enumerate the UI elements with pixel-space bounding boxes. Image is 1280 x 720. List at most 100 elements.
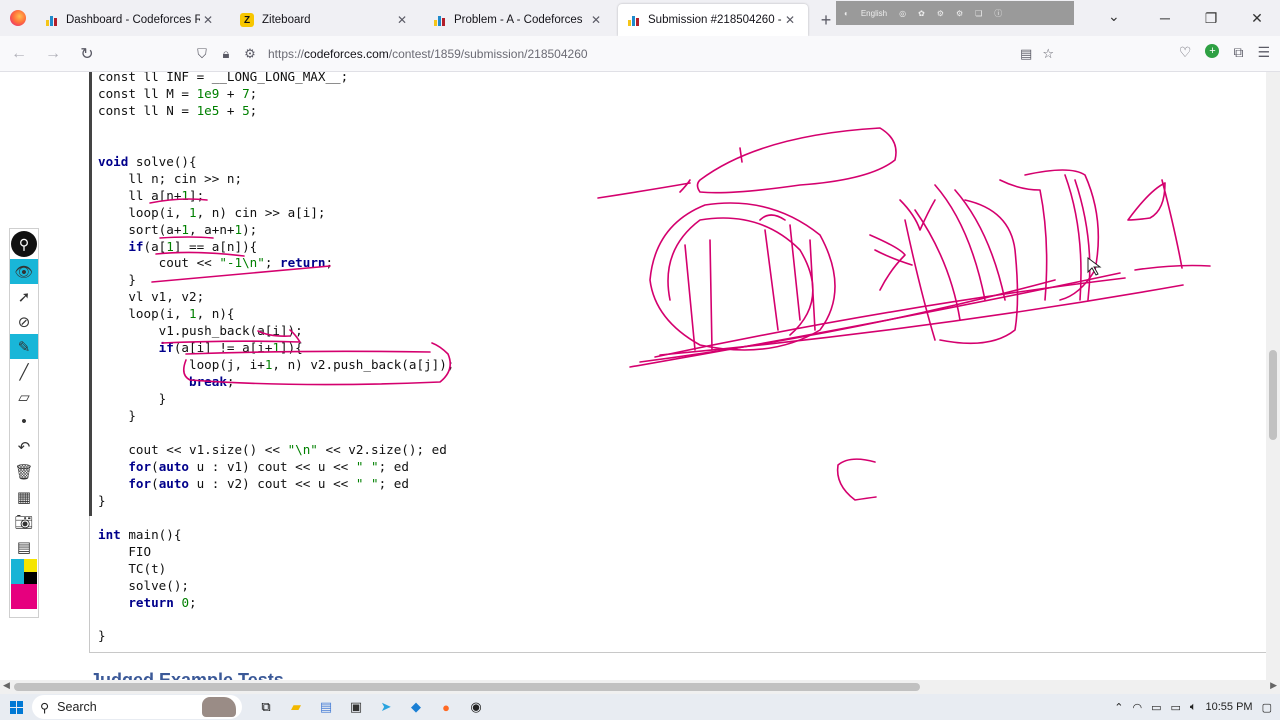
- windows-icon: [9, 700, 23, 714]
- codeforces-icon: [46, 14, 58, 26]
- telegram-icon[interactable]: ➤: [376, 697, 396, 717]
- color-swatch[interactable]: [11, 571, 24, 584]
- eye-icon[interactable]: 👁︎: [10, 259, 38, 284]
- tab-title: Dashboard - Codeforces Round: [66, 14, 200, 26]
- vertical-scrollbar[interactable]: [1266, 72, 1280, 680]
- list-tabs-icon[interactable]: ⌄: [1108, 8, 1120, 25]
- obs-icon[interactable]: ◉: [466, 697, 486, 717]
- search-highlight-image: [202, 697, 236, 717]
- restore-icon[interactable]: ❐: [1188, 0, 1234, 36]
- codeforces-icon: [434, 14, 446, 26]
- section-heading: Judged Example Tests: [90, 670, 284, 680]
- scrollbar-thumb[interactable]: [14, 683, 920, 691]
- shield-icon[interactable]: ⛉: [190, 46, 214, 62]
- overlay-icon[interactable]: ◐: [844, 9, 849, 18]
- pen-icon[interactable]: ╱: [10, 359, 38, 384]
- color-palette[interactable]: [11, 559, 37, 609]
- trash-icon[interactable]: 🗑︎: [10, 459, 38, 484]
- chevron-up-icon[interactable]: ⌃: [1114, 701, 1123, 714]
- scrollbar-thumb[interactable]: [1269, 350, 1277, 440]
- window-controls: ─ ❐ ✕: [1142, 0, 1280, 36]
- lock-icon[interactable]: 🔒︎: [214, 46, 238, 62]
- task-view-icon[interactable]: ⧉: [256, 697, 276, 717]
- back-icon[interactable]: ←: [4, 39, 34, 69]
- notification-icon[interactable]: ▢: [1262, 701, 1272, 714]
- tab-dashboard[interactable]: Dashboard - Codeforces Round ✕: [36, 4, 226, 36]
- horizontal-scrollbar[interactable]: ◀ ▶: [0, 680, 1280, 694]
- screen-overlay-toolbar[interactable]: ◐ English ◎ ✿ ⚙ ⚙ ❏ ⓘ: [836, 1, 1074, 25]
- toolbar-right: ♡ + ⧉ ☰: [1179, 44, 1270, 61]
- search-icon: ⚲: [40, 700, 50, 715]
- codeforces-icon: [628, 14, 640, 26]
- file-explorer-icon[interactable]: ▰: [286, 697, 306, 717]
- permissions-icon[interactable]: ⚙: [238, 46, 262, 62]
- close-icon[interactable]: ✕: [782, 13, 798, 27]
- scroll-left-icon[interactable]: ◀: [3, 680, 10, 691]
- firefox-menu[interactable]: [0, 0, 36, 36]
- color-swatch[interactable]: [24, 571, 37, 584]
- url-bar[interactable]: ⛉ 🔒︎ ⚙ https://codeforces.com/contest/18…: [190, 40, 1062, 68]
- wifi-icon[interactable]: ◠: [1132, 701, 1142, 714]
- undo-icon[interactable]: ↶: [10, 434, 38, 459]
- color-swatch[interactable]: [11, 559, 24, 572]
- camera-icon[interactable]: 📷︎: [10, 509, 38, 534]
- color-swatch[interactable]: [11, 584, 37, 609]
- logo-icon[interactable]: ⚲: [11, 231, 37, 257]
- overlay-language[interactable]: English: [861, 9, 887, 18]
- start-button[interactable]: [0, 694, 32, 720]
- overlay-icon[interactable]: ⓘ: [994, 8, 1002, 19]
- no-draw-icon[interactable]: ⊘: [10, 309, 38, 334]
- overlay-icon[interactable]: ◎: [899, 9, 906, 18]
- vscode-icon[interactable]: ◆: [406, 697, 426, 717]
- ziteboard-icon: Z: [240, 13, 254, 27]
- tab-title: Problem - A - Codeforces: [454, 14, 583, 26]
- scroll-right-icon[interactable]: ▶: [1270, 680, 1277, 691]
- overlay-icon[interactable]: ⚙: [956, 9, 963, 18]
- extension-icon[interactable]: +: [1205, 44, 1220, 58]
- dot-icon[interactable]: •: [10, 409, 38, 434]
- eraser-icon[interactable]: ▱: [10, 384, 38, 409]
- url-actions: ▤ ☆: [1020, 46, 1054, 62]
- firefox-icon: [10, 10, 26, 26]
- overlay-icon[interactable]: ⚙: [937, 9, 944, 18]
- url-text[interactable]: https://codeforces.com/contest/1859/subm…: [268, 47, 588, 61]
- firefox-taskbar-icon[interactable]: ●: [436, 697, 456, 717]
- display-icon[interactable]: ▭: [1151, 701, 1161, 714]
- reload-icon[interactable]: ↻: [72, 39, 102, 69]
- pocket-icon[interactable]: ♡: [1179, 44, 1192, 61]
- store-icon[interactable]: ▣: [346, 697, 366, 717]
- notepad-icon[interactable]: ▤: [316, 697, 336, 717]
- source-code: const ll INF = __LONG_LONG_MAX__; const …: [98, 72, 455, 644]
- extensions-icon[interactable]: ⧉: [1233, 44, 1243, 61]
- minimize-icon[interactable]: ─: [1142, 0, 1188, 36]
- clock[interactable]: 10:55 PM: [1206, 701, 1253, 713]
- whiteboard-icon[interactable]: ▦: [10, 484, 38, 509]
- browser-tab-bar: Dashboard - Codeforces Round ✕ Z Ziteboa…: [0, 0, 1280, 36]
- reader-view-icon[interactable]: ▤: [1020, 46, 1032, 62]
- pointer-icon[interactable]: ➚: [10, 284, 38, 309]
- close-icon[interactable]: ✕: [588, 13, 604, 27]
- overlay-icon[interactable]: ❏: [975, 9, 982, 18]
- notes-icon[interactable]: ▤: [10, 534, 38, 559]
- code-margin-marker: [89, 72, 92, 516]
- color-swatch[interactable]: [24, 559, 37, 572]
- close-icon[interactable]: ✕: [200, 13, 216, 27]
- annotation-toolbar: ⚲ 👁︎ ➚ ⊘ ✎ ╱ ▱ • ↶ 🗑︎ ▦ 📷︎ ▤: [9, 228, 39, 618]
- close-icon[interactable]: ✕: [394, 13, 410, 27]
- system-tray: ⌃ ◠ ▭ ▭ 🔈︎ 10:55 PM ▢: [1114, 694, 1272, 720]
- tab-problem[interactable]: Problem - A - Codeforces ✕: [424, 4, 614, 36]
- highlighter-icon[interactable]: ✎: [10, 334, 38, 359]
- volume-icon[interactable]: 🔈︎: [1190, 701, 1197, 714]
- bookmark-star-icon[interactable]: ☆: [1042, 46, 1054, 62]
- navigation-bar: ← → ↻ ⛉ 🔒︎ ⚙ https://codeforces.com/cont…: [0, 36, 1280, 72]
- tab-submission[interactable]: Submission #218504260 - Code ✕: [618, 4, 808, 36]
- tab-title: Ziteboard: [262, 14, 311, 26]
- battery-icon[interactable]: ▭: [1170, 701, 1180, 714]
- overlay-icon[interactable]: ✿: [918, 9, 925, 18]
- forward-icon[interactable]: →: [38, 39, 68, 69]
- windows-taskbar: ⚲ Search ⧉ ▰ ▤ ▣ ➤ ◆ ● ◉ ⌃ ◠ ▭ ▭ 🔈︎ 10:5…: [0, 694, 1280, 720]
- taskbar-search[interactable]: ⚲ Search: [32, 695, 242, 719]
- menu-icon[interactable]: ☰: [1257, 44, 1270, 61]
- tab-ziteboard[interactable]: Z Ziteboard ✕: [230, 4, 420, 36]
- close-window-icon[interactable]: ✕: [1234, 0, 1280, 36]
